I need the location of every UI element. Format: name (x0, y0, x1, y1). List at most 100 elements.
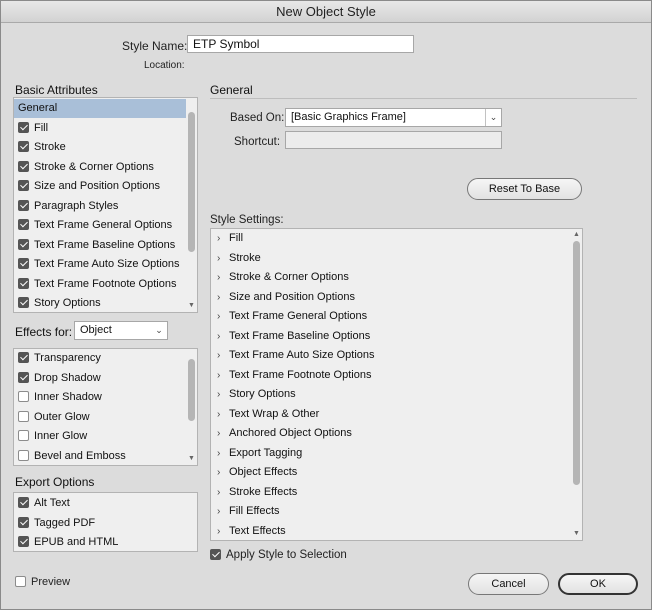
style-setting-item[interactable]: › Text Frame Auto Size Options (217, 346, 375, 365)
list-item-label: Stroke & Corner Options (34, 160, 154, 173)
chevron-right-icon[interactable]: › (217, 307, 226, 326)
checkbox-icon[interactable] (18, 391, 29, 402)
effects-list[interactable]: ▼ Transparency Drop Shadow Inner Shadow Out… (13, 348, 198, 466)
checkbox-icon[interactable] (18, 430, 29, 441)
style-settings-scrollbar[interactable]: ▲ ▼ (572, 231, 581, 540)
chevron-right-icon[interactable]: › (217, 444, 226, 463)
style-setting-item[interactable]: › Story Options (217, 385, 296, 404)
basic-attributes-scrollbar[interactable]: ▼ (187, 100, 196, 312)
list-item[interactable]: Inner Shadow (14, 388, 186, 407)
style-setting-item[interactable]: › Text Frame General Options (217, 307, 367, 326)
style-setting-label: Story Options (229, 388, 296, 400)
list-item[interactable]: Text Frame Baseline Options (14, 236, 186, 255)
style-name-input[interactable]: ETP Symbol (187, 35, 414, 53)
list-item[interactable]: Inner Glow (14, 427, 186, 446)
list-item[interactable]: Bevel and Emboss (14, 447, 186, 466)
effects-for-select[interactable]: Object ⌄ (74, 321, 168, 340)
list-item[interactable]: Text Frame Footnote Options (14, 275, 186, 294)
style-setting-item[interactable]: › Stroke Effects (217, 483, 297, 502)
list-item[interactable]: Paragraph Styles (14, 197, 186, 216)
checkbox-icon[interactable] (18, 352, 29, 363)
style-setting-item[interactable]: › Fill (217, 229, 243, 248)
chevron-right-icon[interactable]: › (217, 463, 226, 482)
list-item[interactable]: Text Frame Auto Size Options (14, 255, 186, 274)
checkbox-icon[interactable] (18, 238, 29, 250)
ok-button[interactable]: OK (558, 573, 638, 595)
checkbox-icon[interactable] (18, 277, 29, 289)
list-item[interactable]: Outer Glow (14, 408, 186, 427)
style-setting-item[interactable]: › Text Wrap & Other (217, 405, 319, 424)
checkbox-icon[interactable] (18, 199, 29, 211)
chevron-right-icon[interactable]: › (217, 288, 226, 307)
chevron-right-icon[interactable]: › (217, 346, 226, 365)
style-setting-item[interactable]: › Export Tagging (217, 444, 302, 463)
scroll-up-icon[interactable]: ▲ (572, 231, 581, 239)
checkbox-icon[interactable] (18, 297, 29, 308)
list-item[interactable]: Text Frame General Options (14, 216, 186, 235)
scroll-down-icon[interactable]: ▼ (187, 455, 196, 463)
scrollbar-thumb[interactable] (188, 112, 195, 252)
list-item[interactable]: Stroke (14, 138, 186, 157)
list-item[interactable]: Drop Shadow (14, 369, 186, 388)
scrollbar-thumb[interactable] (188, 359, 195, 421)
basic-attributes-list[interactable]: ▼ General Fill Stroke Stroke & Corner Optio… (13, 97, 198, 313)
chevron-right-icon[interactable]: › (217, 229, 226, 248)
scroll-down-icon[interactable]: ▼ (572, 530, 581, 538)
checkbox-icon[interactable] (18, 371, 29, 383)
chevron-right-icon[interactable]: › (217, 522, 226, 541)
style-setting-item[interactable]: › Size and Position Options (217, 288, 355, 307)
chevron-right-icon[interactable]: › (217, 327, 226, 346)
reset-to-base-button[interactable]: Reset To Base (467, 178, 582, 200)
export-options-list[interactable]: Alt Text Tagged PDF EPUB and HTML (13, 492, 198, 552)
list-item[interactable]: Transparency (14, 349, 186, 368)
effects-scrollbar[interactable]: ▼ (187, 351, 196, 465)
scrollbar-thumb[interactable] (573, 241, 580, 485)
preview-checkbox[interactable]: Preview (15, 576, 70, 588)
chevron-right-icon[interactable]: › (217, 385, 226, 404)
list-item-label: Text Frame Footnote Options (34, 277, 177, 290)
chevron-right-icon[interactable]: › (217, 268, 226, 287)
style-setting-item[interactable]: › Text Effects (217, 522, 286, 541)
list-item[interactable]: Fill (14, 119, 186, 138)
style-setting-item[interactable]: › Anchored Object Options (217, 424, 352, 443)
based-on-select[interactable]: [Basic Graphics Frame] ⌄ (285, 108, 502, 127)
style-setting-item[interactable]: › Fill Effects (217, 502, 280, 521)
checkbox-icon[interactable] (18, 449, 29, 461)
list-item[interactable]: EPUB and HTML (14, 533, 197, 551)
list-item-label: Bevel and Emboss (34, 449, 126, 462)
checkbox-icon[interactable] (18, 219, 29, 230)
apply-style-checkbox[interactable]: Apply Style to Selection (210, 549, 347, 561)
style-setting-item[interactable]: › Object Effects (217, 463, 297, 482)
chevron-down-icon: ⌄ (155, 325, 163, 335)
checkbox-icon[interactable] (18, 258, 29, 269)
chevron-right-icon[interactable]: › (217, 249, 226, 268)
checkbox-icon[interactable] (18, 536, 29, 547)
cancel-button[interactable]: Cancel (468, 573, 549, 595)
list-item[interactable]: Size and Position Options (14, 177, 186, 196)
location-label: Location: (144, 60, 185, 71)
style-settings-list[interactable]: ▲ ▼ › Fill › Stroke › Stroke & Corner Options… (210, 228, 583, 541)
checkbox-icon[interactable] (18, 180, 29, 191)
checkbox-icon[interactable] (18, 497, 29, 508)
chevron-right-icon[interactable]: › (217, 366, 226, 385)
checkbox-icon[interactable] (18, 121, 29, 133)
shortcut-input[interactable] (285, 131, 502, 149)
chevron-right-icon[interactable]: › (217, 483, 226, 502)
style-setting-item[interactable]: › Stroke & Corner Options (217, 268, 349, 287)
checkbox-icon[interactable] (18, 160, 29, 172)
checkbox-icon[interactable] (18, 410, 29, 422)
checkbox-icon[interactable] (18, 141, 29, 152)
style-setting-item[interactable]: › Text Frame Footnote Options (217, 366, 371, 385)
list-item[interactable]: Alt Text (14, 494, 197, 513)
chevron-right-icon[interactable]: › (217, 424, 226, 443)
list-item[interactable]: Story Options (14, 294, 186, 312)
style-setting-item[interactable]: › Text Frame Baseline Options (217, 327, 370, 346)
chevron-right-icon[interactable]: › (217, 502, 226, 521)
style-setting-item[interactable]: › Stroke (217, 249, 261, 268)
chevron-right-icon[interactable]: › (217, 405, 226, 424)
list-item[interactable]: Tagged PDF (14, 514, 197, 533)
list-item[interactable]: Stroke & Corner Options (14, 158, 186, 177)
scroll-down-icon[interactable]: ▼ (187, 302, 196, 310)
checkbox-icon[interactable] (18, 516, 29, 528)
list-item[interactable]: General (14, 99, 186, 118)
